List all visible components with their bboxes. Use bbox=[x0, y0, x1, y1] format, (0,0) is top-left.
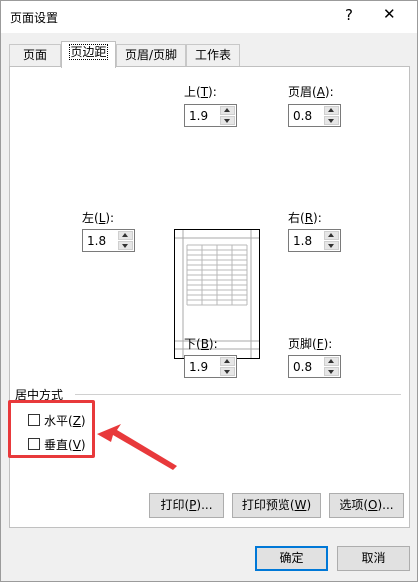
left-margin-input[interactable] bbox=[83, 230, 117, 251]
right-margin-spinner[interactable] bbox=[288, 229, 341, 252]
spin-down-icon[interactable] bbox=[118, 241, 133, 250]
left-margin-label: 左(L): bbox=[82, 211, 115, 225]
spin-down-icon[interactable] bbox=[324, 241, 339, 250]
close-button[interactable]: ✕ bbox=[383, 5, 396, 23]
footer-margin-label: 页脚(F): bbox=[288, 337, 333, 351]
dialog-title: 页面设置 bbox=[10, 11, 59, 25]
spin-down-icon[interactable] bbox=[324, 116, 339, 125]
spin-up-icon[interactable] bbox=[220, 106, 235, 115]
spin-down-icon[interactable] bbox=[220, 367, 235, 376]
bottom-margin-label: 下(B): bbox=[184, 337, 218, 351]
group-divider bbox=[75, 394, 401, 395]
title-bar: 页面设置 ? ✕ bbox=[1, 1, 417, 33]
tab-margins[interactable]: 页边距 bbox=[61, 41, 116, 68]
header-margin-input[interactable] bbox=[289, 105, 323, 126]
header-margin-label: 页眉(A): bbox=[288, 85, 334, 99]
right-margin-input[interactable] bbox=[289, 230, 323, 251]
tab-sheet[interactable]: 工作表 bbox=[186, 44, 240, 66]
spin-up-icon[interactable] bbox=[118, 231, 133, 240]
spin-up-icon[interactable] bbox=[324, 106, 339, 115]
spin-up-icon[interactable] bbox=[324, 357, 339, 366]
page-setup-dialog: 页面设置 ? ✕ 页面 页边距 页眉/页脚 工作表 上(T): 页眉(A): 左… bbox=[0, 0, 418, 582]
print-button[interactable]: 打印(P)... bbox=[149, 493, 224, 518]
bottom-margin-spinner[interactable] bbox=[184, 355, 237, 378]
spin-down-icon[interactable] bbox=[324, 367, 339, 376]
margins-panel: 上(T): 页眉(A): 左(L): 右(R): bbox=[9, 66, 410, 528]
annotation-highlight-box bbox=[8, 400, 95, 458]
top-margin-spinner[interactable] bbox=[184, 104, 237, 127]
spin-up-icon[interactable] bbox=[324, 231, 339, 240]
left-margin-spinner[interactable] bbox=[82, 229, 135, 252]
footer-margin-input[interactable] bbox=[289, 356, 323, 377]
print-preview-button[interactable]: 打印预览(W) bbox=[232, 493, 321, 518]
top-margin-input[interactable] bbox=[185, 105, 219, 126]
bottom-margin-input[interactable] bbox=[185, 356, 219, 377]
right-margin-label: 右(R): bbox=[288, 211, 322, 225]
tab-header-footer[interactable]: 页眉/页脚 bbox=[116, 44, 186, 66]
spin-up-icon[interactable] bbox=[220, 357, 235, 366]
help-button[interactable]: ? bbox=[345, 6, 353, 24]
tab-page[interactable]: 页面 bbox=[9, 44, 61, 66]
options-button[interactable]: 选项(O)... bbox=[329, 493, 404, 518]
cancel-button[interactable]: 取消 bbox=[337, 546, 410, 571]
ok-button[interactable]: 确定 bbox=[255, 546, 328, 571]
spin-down-icon[interactable] bbox=[220, 116, 235, 125]
top-margin-label: 上(T): bbox=[184, 85, 217, 99]
header-margin-spinner[interactable] bbox=[288, 104, 341, 127]
annotation-arrow-icon bbox=[97, 424, 177, 470]
footer-margin-spinner[interactable] bbox=[288, 355, 341, 378]
